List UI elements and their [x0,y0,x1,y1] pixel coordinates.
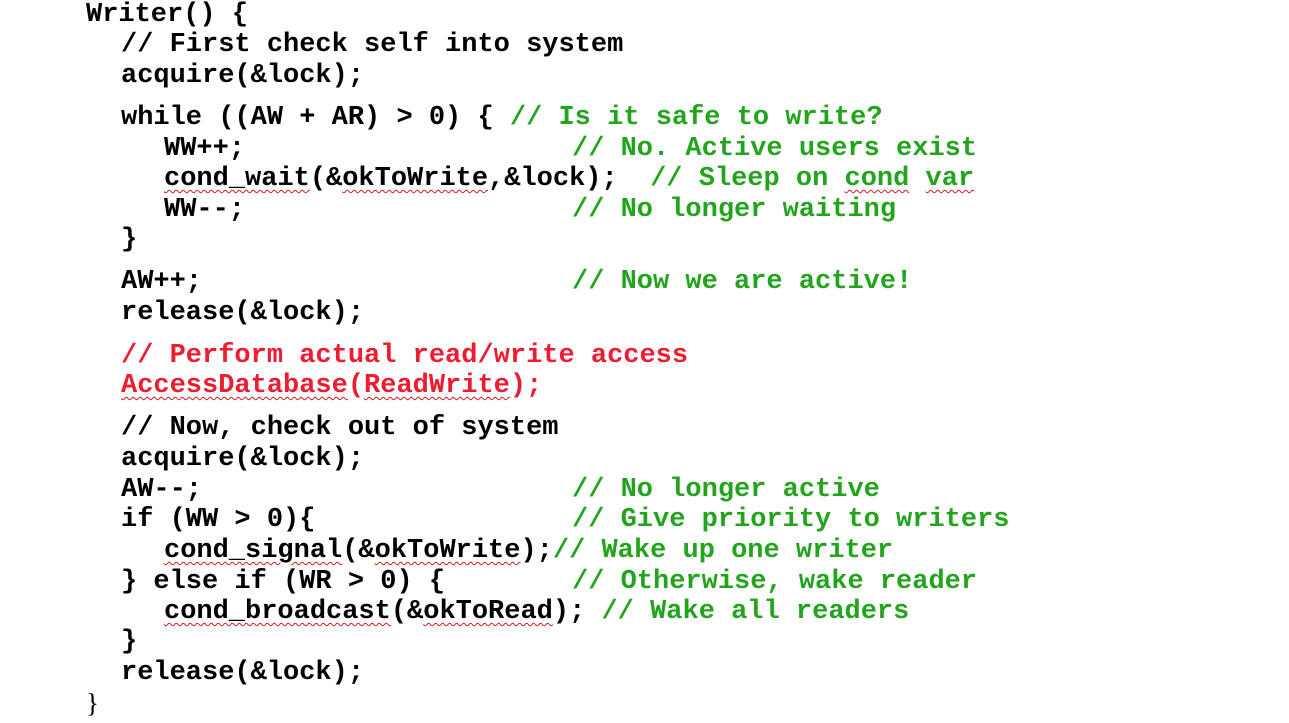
code-token: ( [347,371,365,401]
code-token: WW--; [164,195,246,225]
code-token: if (WW > 0){ [121,505,316,535]
code-token: // No. Active users exist [572,134,978,164]
code-token: // Perform actual read/write access [121,341,689,371]
code-token: acquire(&lock); [121,444,365,474]
code-token: release(&lock); [121,298,365,328]
code-token: } [121,225,138,255]
code-line-else-if-wr: } else if (WR > 0) { // Otherwise, wake r… [121,567,977,597]
code-token: Writer() { [86,0,249,30]
code-line-comment-access: // Perform actual read/write access [121,341,688,371]
code-token: var [925,164,975,194]
code-line-aw-decrement: AW--; // No longer active [121,475,880,505]
code-token: // Otherwise, wake reader [572,567,978,597]
code-token: ); [520,536,553,566]
code-token: while ((AW + AR) > 0) { [121,103,510,133]
code-token: (& [342,536,375,566]
code-token: WW++; [164,134,246,164]
code-line-acquire-lock-2: acquire(&lock); [121,444,364,474]
code-token: // Now we are active! [572,267,913,297]
code-token: } else if (WR > 0) { [121,567,446,597]
code-line-writer-close: } [86,688,99,718]
code-token: release(&lock); [121,658,365,688]
code-line-while-loop: while ((AW + AR) > 0) { // Is it safe to… [121,103,883,133]
code-token: // Sleep on [617,164,845,194]
code-line-while-close: } [121,225,137,255]
code-line-release-lock: release(&lock); [121,298,364,328]
code-token: okToWrite [374,536,521,566]
code-listing: Writer() { // First check self into syst… [0,0,1289,723]
code-line-ww-decrement: WW--; // No longer waiting [164,195,896,225]
code-token: ); [552,597,602,627]
code-token: cond_wait [164,164,310,194]
code-token: cond [844,164,910,194]
code-token: // First check self into system [121,30,624,60]
code-token: (& [309,164,343,194]
code-line-if-close: } [121,627,137,657]
code-line-acquire-lock: acquire(&lock); [121,61,364,91]
code-token: ); [509,371,543,401]
code-token: ReadWrite [364,371,510,401]
code-token: // No longer active [572,475,880,505]
code-token: } [121,627,138,657]
code-token: ,&lock); [488,164,618,194]
code-token: cond_signal [164,536,343,566]
code-token: // Wake up one writer [552,536,894,566]
code-token: // Is it safe to write? [509,103,883,133]
code-line-comment-check-in: // First check self into system [121,30,623,60]
code-token: AW++; [121,267,203,297]
code-token: // Give priority to writers [572,505,1010,535]
code-line-access-database: AccessDatabase(ReadWrite); [121,371,542,401]
code-line-aw-increment: AW++; // Now we are active! [121,267,912,297]
code-token: (& [390,597,424,627]
code-line-cond-wait: cond_wait(&okToWrite,&lock); // Sleep on… [164,164,974,194]
code-line-comment-check-out: // Now, check out of system [121,413,558,443]
code-line-release-lock-2: release(&lock); [121,658,364,688]
code-line-ww-increment: WW++; // No. Active users exist [164,134,977,164]
code-token: // Wake all readers [601,597,910,627]
code-token: cond_broadcast [164,597,391,627]
code-token: AW--; [121,475,203,505]
code-token: AccessDatabase [121,371,348,401]
code-token: // Now, check out of system [121,413,559,443]
code-token: acquire(&lock); [121,61,365,91]
code-token: okToRead [423,597,553,627]
code-token: okToWrite [342,164,489,194]
code-line-writer-header: Writer() { [86,0,248,30]
code-line-cond-broadcast: cond_broadcast(&okToRead); // Wake all r… [164,597,909,627]
code-token: // No longer waiting [572,195,897,225]
code-line-cond-signal: cond_signal(&okToWrite);// Wake up one w… [164,536,893,566]
code-line-if-ww: if (WW > 0){ // Give priority to writers [121,505,1009,535]
